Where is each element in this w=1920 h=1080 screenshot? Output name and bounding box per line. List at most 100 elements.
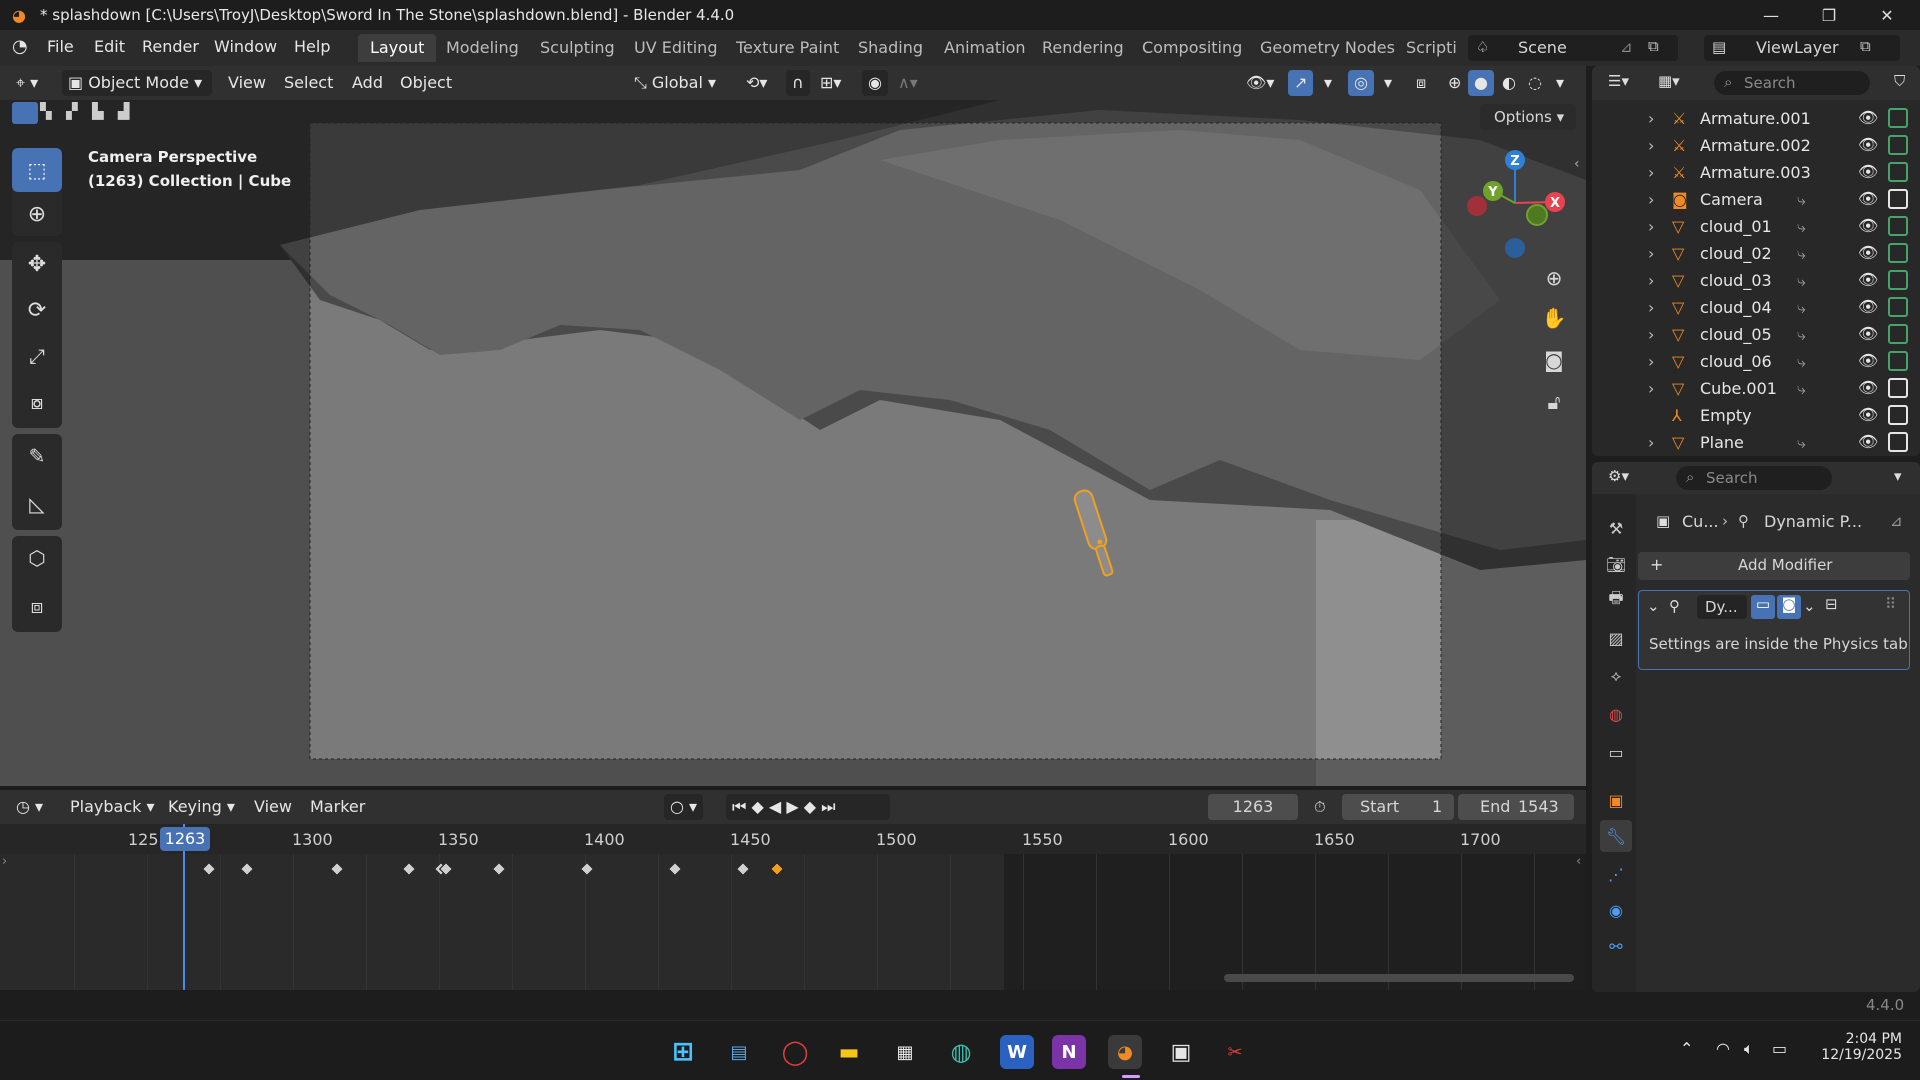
snipping-tool-icon[interactable]: ✂ (1218, 1035, 1252, 1069)
pin-icon[interactable]: ⊿ (1620, 38, 1633, 56)
modifier-icon[interactable]: ⤷ (1797, 298, 1806, 318)
outliner-item[interactable]: › ▽ cloud_06 ⤷ 👁︎ (1592, 349, 1920, 376)
shading-dropdown-icon[interactable]: ▾ (1550, 70, 1570, 96)
expand-chevron-icon[interactable]: › (1648, 109, 1654, 128)
tab-rendering[interactable]: Rendering (1030, 34, 1136, 62)
physics-tab-icon[interactable]: ◉ (1600, 894, 1632, 926)
visibility-eye-icon[interactable]: 👁︎ (1858, 270, 1878, 289)
tab-modeling[interactable]: Modeling (434, 34, 531, 62)
blender-taskbar-icon[interactable]: ◕ (1108, 1035, 1142, 1069)
wireframe-shading-icon[interactable]: ⊕ (1442, 70, 1467, 96)
pivot-icon[interactable]: ⟲▾ (740, 70, 773, 96)
outliner-item[interactable]: › ▽ cloud_05 ⤷ 👁︎ (1592, 322, 1920, 349)
chat-app-icon[interactable]: ▣ (1164, 1035, 1198, 1069)
modifier-icon[interactable]: ⤷ (1797, 217, 1806, 237)
axis-neg-y-icon[interactable] (1526, 204, 1548, 226)
outliner-item[interactable]: › ⚔ Armature.001 👁︎ (1592, 106, 1920, 133)
keyframe-icon[interactable] (735, 861, 751, 877)
auto-key-icon[interactable]: ○ ▾ (664, 794, 704, 820)
menu-window[interactable]: Window (214, 37, 277, 56)
view-layer-tab-icon[interactable]: ▨ (1600, 622, 1632, 654)
select-invert-icon[interactable]: ▙ (92, 102, 104, 120)
microsoft-store-icon[interactable]: ▦ (888, 1035, 922, 1069)
rendered-shading-icon[interactable]: ◌ (1522, 70, 1548, 96)
visibility-eye-icon[interactable]: 👁︎ (1858, 135, 1878, 154)
rotate-tool-icon[interactable]: ⟳ (12, 288, 62, 332)
scale-tool-icon[interactable]: ⤢ (12, 334, 62, 378)
close-window-button[interactable]: ✕ (1858, 0, 1916, 30)
add-modifier-button[interactable]: + Add Modifier (1638, 552, 1910, 580)
playback-menu[interactable]: Playback ▾ (64, 794, 161, 820)
keyframe-icon[interactable] (491, 861, 507, 877)
select-box-tool-icon[interactable]: ⬚ (12, 148, 62, 192)
show-hidden-icons[interactable]: ⌃ (1680, 1039, 1693, 1058)
new-viewlayer-icon[interactable]: ⧉ (1860, 37, 1871, 55)
visibility-eye-icon[interactable]: 👁︎ (1858, 108, 1878, 127)
play-icon[interactable]: ▶ (786, 797, 798, 816)
outliner-item[interactable]: ⅄ Empty 👁︎ (1592, 403, 1920, 430)
start-frame-field[interactable]: Start 1 (1342, 794, 1454, 820)
visibility-eye-icon[interactable]: 👁︎ (1858, 351, 1878, 370)
outliner-item[interactable]: › ⚔ Armature.002 👁︎ (1592, 133, 1920, 160)
outliner-search-input[interactable]: ⌕ Search (1714, 71, 1870, 95)
visibility-eye-icon[interactable]: 👁︎ (1858, 216, 1878, 235)
add-menu[interactable]: Add (346, 70, 389, 96)
snap-target-icon[interactable]: ⊞▾ (814, 70, 847, 96)
measure-tool-icon[interactable]: ◺ (12, 482, 62, 526)
render-toggle-icon[interactable] (1888, 270, 1908, 290)
visibility-eye-icon[interactable]: 👁︎ (1858, 189, 1878, 208)
maximize-button[interactable]: ❐ (1800, 0, 1858, 30)
modifier-menu-icon[interactable]: ⌄ (1803, 597, 1816, 615)
expand-chevron-icon[interactable]: › (1648, 271, 1654, 290)
overlay-dropdown-icon[interactable]: ▾ (1378, 70, 1398, 96)
zoom-icon[interactable]: ⊕ (1536, 260, 1572, 296)
blender-menu-icon[interactable]: ◔ (12, 36, 28, 57)
annotate-tool-icon[interactable]: ✎ (12, 434, 62, 478)
timeline-scrollbar[interactable] (1224, 974, 1574, 982)
constraints-tab-icon[interactable]: ⚯ (1600, 930, 1632, 962)
material-shading-icon[interactable]: ◐ (1496, 70, 1522, 96)
windows-start-icon[interactable]: ⊞ (666, 1035, 700, 1069)
edge-icon[interactable]: ◍ (944, 1035, 978, 1069)
expand-chevron-icon[interactable]: › (1648, 217, 1654, 236)
modifier-icon[interactable]: ⤷ (1797, 190, 1806, 210)
navigation-gizmo[interactable]: Z X Y (1460, 148, 1570, 268)
modifier-icon[interactable]: ⤷ (1797, 352, 1806, 372)
select-extend-icon[interactable]: ▚ (40, 102, 52, 120)
modifier-icon[interactable]: ⤷ (1797, 244, 1806, 264)
snap-toggle-icon[interactable]: ∩ (786, 70, 810, 96)
particles-tab-icon[interactable]: ⋰ (1600, 858, 1632, 890)
word-icon[interactable]: W (1000, 1035, 1034, 1069)
visibility-eye-icon[interactable]: 👁︎ (1858, 405, 1878, 424)
file-explorer-icon[interactable]: ▬ (832, 1035, 866, 1069)
expand-chevron-icon[interactable]: › (1648, 190, 1654, 209)
expand-chevron-icon[interactable]: › (1648, 298, 1654, 317)
visibility-eye-icon[interactable]: 👁︎ (1858, 324, 1878, 343)
minimize-button[interactable]: — (1742, 0, 1800, 30)
visibility-eye-icon[interactable]: 👁︎ (1858, 378, 1878, 397)
render-toggle-icon[interactable] (1888, 297, 1908, 317)
outliner-item[interactable]: › ▽ Cube.001 ⤷ 👁︎ (1592, 376, 1920, 403)
expand-chevron-icon[interactable]: › (1648, 325, 1654, 344)
timeline-channels-toggle-icon[interactable]: › (2, 854, 7, 869)
expand-chevron-icon[interactable]: › (1648, 352, 1654, 371)
menu-file[interactable]: File (47, 37, 74, 56)
next-keyframe-icon[interactable]: ◆ (804, 797, 816, 816)
transform-tool-icon[interactable]: ⧇ (12, 380, 62, 424)
keyframe-icon[interactable] (769, 861, 785, 877)
object-tab-icon[interactable]: ▣ (1600, 784, 1632, 816)
cursor-tool-icon[interactable]: ⊕ (12, 192, 62, 236)
select-intersect-icon[interactable]: ▟ (118, 102, 130, 120)
prev-keyframe-icon[interactable]: ◆ (752, 797, 764, 816)
tool-tab-icon[interactable]: ⚒ (1600, 512, 1632, 544)
render-toggle-icon[interactable] (1888, 162, 1908, 182)
select-new-icon[interactable] (12, 102, 38, 124)
outliner-item[interactable]: › ◙ Camera ⤷ 👁︎ (1592, 187, 1920, 214)
visibility-eye-icon[interactable]: 👁︎ (1858, 162, 1878, 181)
pin-properties-icon[interactable]: ⊿ (1890, 512, 1903, 530)
timeline-view-menu[interactable]: View (248, 794, 298, 820)
world-tab-icon[interactable]: ◍ (1600, 698, 1632, 730)
render-toggle-icon[interactable] (1888, 135, 1908, 155)
jump-start-icon[interactable]: ⏮ (732, 797, 746, 816)
scene-selector[interactable]: ♤ Scene ⊿ (1468, 35, 1678, 61)
